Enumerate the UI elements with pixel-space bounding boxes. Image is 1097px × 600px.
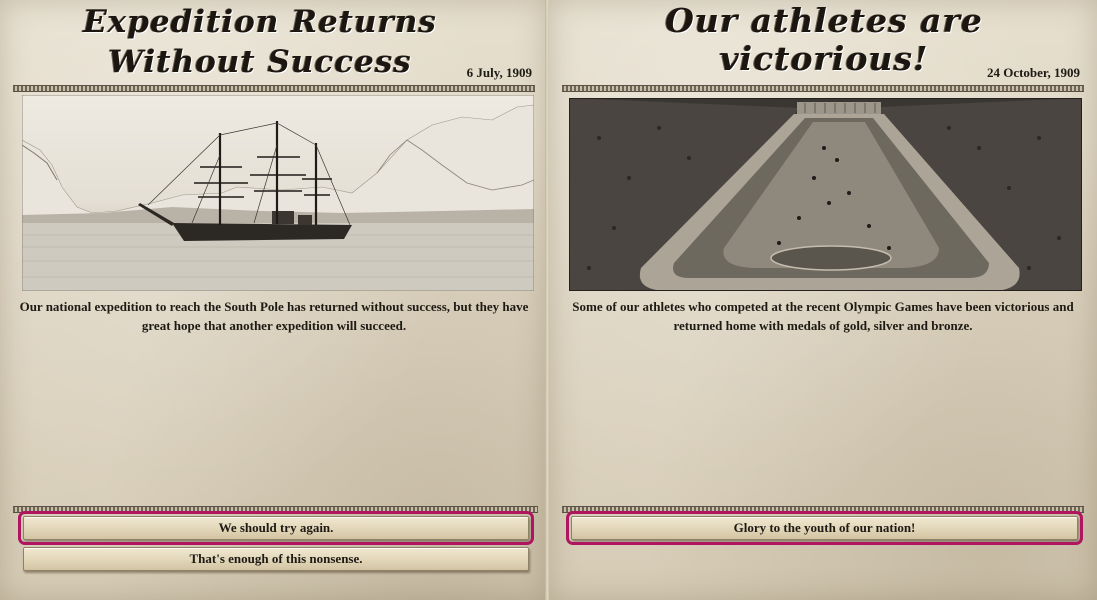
divider-rule (562, 85, 1084, 92)
option-enough-nonsense-button[interactable]: That's enough of this nonsense. (23, 547, 529, 571)
stadium-photo (569, 98, 1082, 291)
option-glory-youth-button[interactable]: Glory to the youth of our nation! (566, 511, 1083, 545)
event-date: 24 October, 1909 (986, 65, 1080, 80)
ship-photo (22, 95, 534, 291)
event-headline: Expedition Returns Without Success (83, 4, 437, 80)
divider-rule (13, 506, 538, 513)
event-description: Our national expedition to reach the Sou… (19, 299, 529, 333)
divider-rule (13, 85, 535, 92)
event-panel-athletes: Our athletes are victorious! 24 October,… (549, 0, 1097, 600)
option-try-again-button[interactable]: We should try again. (18, 511, 534, 545)
event-panel-expedition: Expedition Returns Without Success 6 Jul… (0, 0, 546, 600)
event-date: 6 July, 1909 (466, 65, 532, 80)
event-description: Some of our athletes who competed at the… (572, 299, 1074, 333)
divider-rule (562, 506, 1084, 513)
